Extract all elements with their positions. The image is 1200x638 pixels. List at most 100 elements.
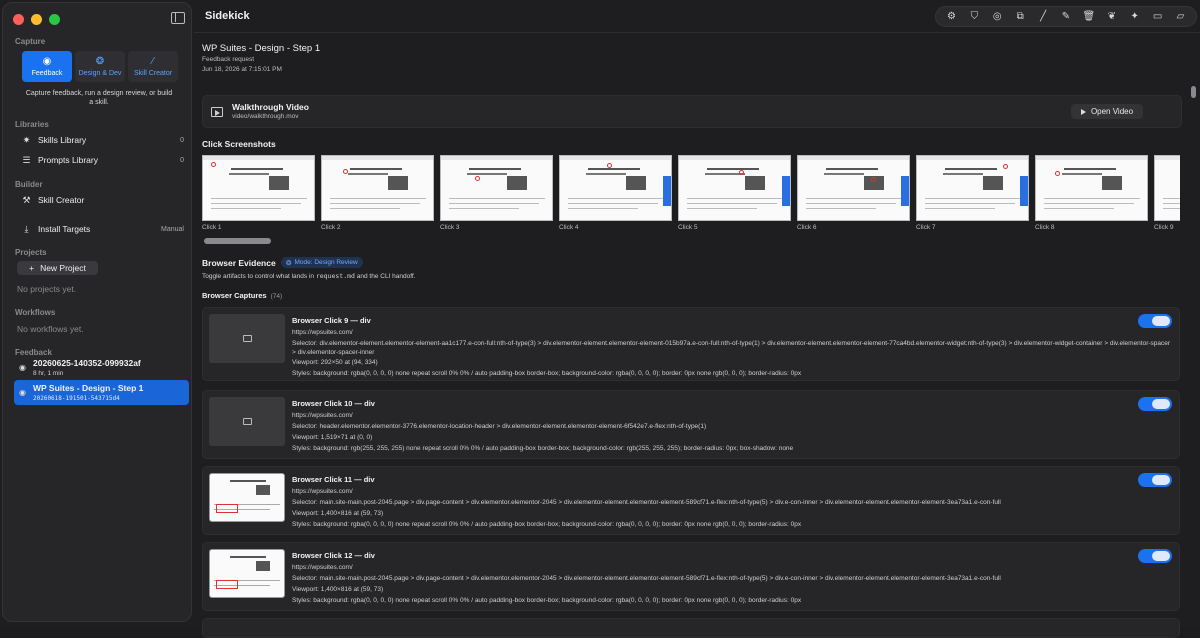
thumb-bar (203, 156, 314, 160)
trash-icon[interactable]: 🗑 (1080, 11, 1098, 22)
thumb-img (269, 176, 289, 190)
palette-icon: ❂ (95, 55, 105, 67)
new-project-button[interactable]: + New Project (17, 261, 98, 275)
thumb-side-panel (782, 176, 790, 206)
settings-gear-icon[interactable]: ⚙ (942, 11, 960, 22)
vertical-scrollbar[interactable] (1191, 86, 1196, 98)
thumb-l3 (1044, 198, 1140, 199)
design-dev-mode-button[interactable]: ❂ Design & Dev (75, 51, 125, 82)
click-screenshot[interactable]: Click 6 (797, 155, 910, 231)
globe-icon[interactable]: ◎ (988, 11, 1006, 22)
sidebar-item-install-targets[interactable]: ⤓ Install Targets Manual (21, 222, 186, 236)
feedback-list-item[interactable]: ◉ 20260625-140352-099932af 8 hr, 1 min (14, 355, 189, 380)
sidebar-toggle-icon[interactable] (171, 12, 185, 24)
feedback-mode-button[interactable]: ◉ Feedback (22, 51, 72, 82)
thumb-l5 (1044, 208, 1114, 209)
click-screenshot[interactable]: Click 8 (1035, 155, 1148, 231)
sidebar-item-label: Prompts Library (38, 155, 98, 165)
capture-mode-buttons: ◉ Feedback ❂ Design & Dev ⁄ Skill Creato… (22, 51, 178, 82)
page-title: WP Suites - Design - Step 1 (202, 43, 321, 54)
thumb-l1 (1064, 168, 1116, 170)
capture-viewport: Viewport: 292×50 at (94, 334) (292, 359, 378, 366)
sparkle-icon[interactable]: ✦ (1126, 11, 1144, 22)
eye-icon: ◉ (19, 363, 26, 372)
captures-label: Browser Captures (202, 291, 267, 300)
thumb-line (230, 556, 266, 558)
click-screenshot-thumbnail (559, 155, 672, 221)
zoom-window-button[interactable] (49, 14, 60, 25)
window-controls (13, 14, 60, 25)
include-capture-toggle[interactable] (1138, 473, 1172, 487)
click-screenshot[interactable]: Click 1 (202, 155, 315, 231)
section-label-libraries: Libraries (15, 120, 49, 129)
feedback-item-title: 20260625-140352-099932af (33, 358, 141, 368)
shield-check-icon[interactable]: ⛉ (965, 11, 983, 22)
thumb-l4 (568, 203, 658, 204)
horizontal-scrollbar[interactable] (204, 238, 271, 244)
wand-icon: ⁄ (152, 55, 154, 67)
minimize-window-button[interactable] (31, 14, 42, 25)
click-highlight (216, 504, 238, 513)
open-video-button[interactable]: Open Video (1071, 104, 1143, 119)
skills-count: 0 (180, 136, 184, 144)
plus-icon: + (29, 263, 35, 273)
eye-icon: ◉ (42, 55, 52, 67)
play-icon (1080, 108, 1086, 115)
edit-square-icon[interactable]: ✎ (1057, 11, 1075, 22)
capture-selector: Selector: main.site-main.post-2045.page … (292, 499, 1001, 506)
brain-icon[interactable]: ❦ (1103, 11, 1121, 22)
click-screenshot-label: Click 8 (1035, 224, 1055, 231)
sidebar-item-skill-creator[interactable]: ⚒ Skill Creator (21, 193, 186, 207)
capture-viewport: Viewport: 1,519×71 at (0, 0) (292, 434, 373, 441)
include-capture-toggle[interactable] (1138, 549, 1172, 563)
include-capture-toggle[interactable] (1138, 314, 1172, 328)
sidebar-item-skills-library[interactable]: ✷ Skills Library 0 (21, 133, 186, 147)
click-marker (607, 163, 612, 168)
thumb-l2 (586, 173, 626, 175)
thumb-l3 (211, 198, 307, 199)
click-screenshots-heading: Click Screenshots (202, 139, 276, 149)
capture-styles: Styles: background: rgb(255, 255, 255) n… (292, 445, 794, 452)
sidebar-item-prompts-library[interactable]: ☰ Prompts Library 0 (21, 153, 186, 167)
copy-document-icon[interactable]: ⧉ (1011, 11, 1029, 22)
click-screenshot-thumbnail (678, 155, 791, 221)
pencil-line-icon[interactable]: ╱ (1034, 11, 1052, 22)
thumb-bar (441, 156, 552, 160)
click-screenshot[interactable]: Click 7 (916, 155, 1029, 231)
terminal-icon[interactable]: ▭ (1149, 11, 1167, 22)
include-capture-toggle[interactable] (1138, 397, 1172, 411)
thumb-l1 (231, 168, 283, 170)
click-screenshot-thumbnail (202, 155, 315, 221)
click-screenshot[interactable]: Click 5 (678, 155, 791, 231)
capture-styles: Styles: background: rgba(0, 0, 0, 0) non… (292, 370, 802, 377)
thumb-bar (560, 156, 671, 160)
feedback-list-item-selected[interactable]: ◉ WP Suites - Design - Step 1 20260618-1… (14, 380, 189, 405)
thumb-l2 (824, 173, 864, 175)
mode-badge-label: Mode: Design Review (294, 259, 358, 266)
close-window-button[interactable] (13, 14, 24, 25)
toggle-description: Toggle artifacts to control what lands i… (202, 272, 416, 280)
sidebar: Capture ◉ Feedback ❂ Design & Dev ⁄ Skil… (2, 2, 192, 622)
click-screenshot[interactable]: Click 9 (1154, 155, 1180, 231)
feedback-mode-label: Feedback (31, 69, 63, 77)
click-screenshot-thumbnail (1154, 155, 1180, 221)
browser-capture-card: Browser Click 12 — div https://wpsuites.… (202, 542, 1180, 611)
browser-capture-card: Browser Click 9 — div https://wpsuites.c… (202, 307, 1180, 381)
click-screenshot[interactable]: Click 2 (321, 155, 434, 231)
thumb-bar (322, 156, 433, 160)
capture-viewport: Viewport: 1,400×816 at (59, 73) (292, 510, 384, 517)
click-screenshot[interactable]: Click 4 (559, 155, 672, 231)
capture-title: Browser Click 11 — div (292, 475, 375, 484)
prompts-icon: ☰ (22, 154, 31, 165)
click-screenshot[interactable]: Click 3 (440, 155, 553, 231)
skill-creator-mode-button[interactable]: ⁄ Skill Creator (128, 51, 178, 82)
app-window: Capture ◉ Feedback ❂ Design & Dev ⁄ Skil… (0, 0, 1200, 638)
hammer-icon: ⚒ (22, 194, 31, 205)
thumb-l3 (687, 198, 783, 199)
browser-capture-card: Browser Click 10 — div https://wpsuites.… (202, 390, 1180, 459)
no-workflows-text: No workflows yet. (17, 324, 84, 334)
eye-icon: ◉ (19, 388, 26, 397)
capture-url: https://wpsuites.com/ (292, 564, 353, 571)
folder-icon[interactable]: ▱ (1172, 11, 1190, 22)
click-marker (739, 170, 744, 175)
